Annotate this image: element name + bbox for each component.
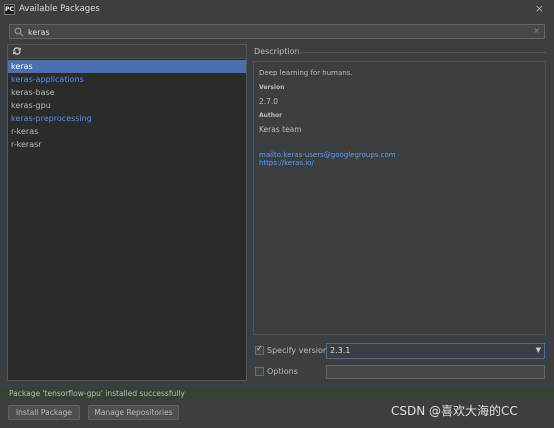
version-select-value: 2.3.1 (330, 346, 351, 355)
options-label: Options (267, 367, 298, 376)
version-label: Version (259, 84, 285, 91)
install-package-button[interactable]: Install Package (8, 405, 80, 420)
homepage-link[interactable]: https://keras.io/ (259, 159, 314, 167)
pycharm-app-icon: PC (4, 4, 15, 15)
package-item-keras-preprocessing[interactable]: keras-preprocessing (8, 112, 246, 125)
email-link[interactable]: mailto:keras-users@googlegroups.com (259, 151, 396, 159)
description-heading: Description (254, 47, 300, 56)
search-icon (14, 27, 24, 37)
search-box[interactable]: × (9, 24, 545, 39)
panel-splitter[interactable] (247, 44, 252, 381)
author-value: Keras team (259, 125, 302, 134)
window-title: Available Packages (19, 4, 100, 14)
title-bar: PC Available Packages × (0, 0, 554, 19)
refresh-icon[interactable] (12, 46, 22, 56)
package-item-keras-base[interactable]: keras-base (8, 86, 246, 99)
options-checkbox[interactable] (255, 367, 264, 376)
package-item-r-kerasr[interactable]: r-kerasr (8, 138, 246, 151)
package-summary: Deep learning for humans. (259, 69, 353, 77)
description-panel: Deep learning for humans. Version 2.7.0 … (253, 61, 546, 335)
description-separator (294, 52, 546, 53)
specify-version-label: Specify version (267, 346, 328, 355)
close-icon[interactable]: × (535, 2, 544, 15)
checkmark-icon: ✓ (256, 344, 263, 353)
version-value: 2.7.0 (259, 97, 279, 106)
status-bar: Package 'tensorflow-gpu' installed succe… (0, 387, 554, 400)
version-select[interactable]: 2.3.1 ▼ (326, 343, 545, 359)
package-list-panel: keras keras-applications keras-base kera… (7, 44, 247, 381)
package-list: keras keras-applications keras-base kera… (8, 60, 246, 151)
specify-version-checkbox[interactable]: ✓ (255, 344, 264, 355)
watermark: CSDN @喜欢大海的CC (391, 404, 518, 418)
manage-repositories-button[interactable]: Manage Repositories (88, 405, 179, 420)
status-message: Package 'tensorflow-gpu' installed succe… (9, 389, 185, 398)
search-input[interactable] (28, 26, 528, 38)
package-item-keras[interactable]: keras (8, 60, 246, 73)
package-item-keras-gpu[interactable]: keras-gpu (8, 99, 246, 112)
clear-search-icon[interactable]: × (533, 26, 540, 35)
chevron-down-icon: ▼ (535, 346, 541, 354)
author-label: Author (259, 112, 283, 119)
package-item-keras-applications[interactable]: keras-applications (8, 73, 246, 86)
package-list-toolbar (8, 45, 246, 59)
options-input[interactable] (326, 365, 545, 379)
package-item-r-keras[interactable]: r-keras (8, 125, 246, 138)
